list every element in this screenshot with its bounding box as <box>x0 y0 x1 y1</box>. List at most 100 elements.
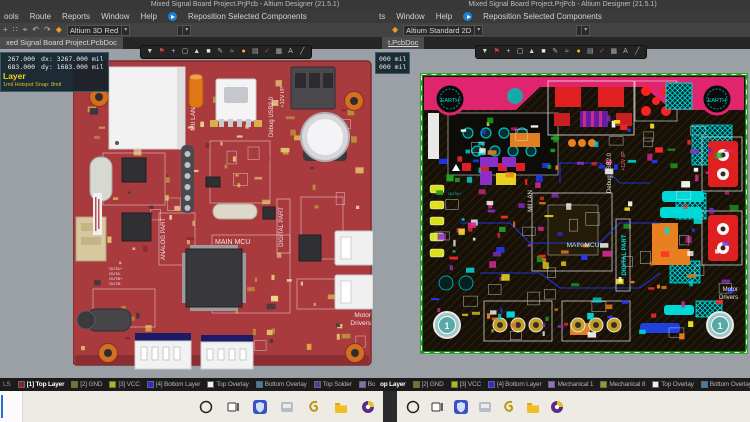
active-bar-tool-icon[interactable]: ✎ <box>550 46 560 58</box>
browser-icon[interactable] <box>549 399 565 415</box>
security-icon[interactable] <box>453 399 469 415</box>
search-icon[interactable] <box>405 399 421 415</box>
widgets-icon[interactable] <box>477 399 493 415</box>
active-bar-tool-icon[interactable]: ▤ <box>585 46 595 58</box>
file-explorer-icon[interactable] <box>525 399 541 415</box>
layer-tab-label: [3] VCC <box>459 381 482 388</box>
pcb-3d-viewport[interactable]: MII LAN Debug USB2.0 +12V I/P DIGITAL PA… <box>0 49 375 378</box>
active-bar-tool-icon[interactable]: A <box>286 46 296 58</box>
task-view-icon[interactable] <box>429 399 445 415</box>
layer-tab[interactable]: [2] GND <box>71 381 103 388</box>
grid-tool-icon[interactable]: ∷ <box>13 23 18 37</box>
active-bar-tool-icon[interactable]: ■ <box>204 46 214 58</box>
menu-reposition[interactable]: Reposition Selected Components <box>188 10 307 23</box>
layer-tab[interactable]: Bottom Solder <box>358 381 375 388</box>
active-bar-tool-icon[interactable]: A <box>621 46 631 58</box>
secondary-combo[interactable]: ▾ <box>177 24 192 36</box>
menu-route[interactable]: Route <box>30 10 51 23</box>
active-bar-tool-icon[interactable]: ▼ <box>145 46 155 58</box>
layer-tab[interactable]: [4] Bottom Layer <box>146 381 200 388</box>
chevron-down-icon[interactable]: ▾ <box>182 25 188 35</box>
layer-tab[interactable]: Top Overlay <box>207 381 249 388</box>
pcb-2d-viewport[interactable]: EARTH EARTH 1 1 MII LAN Debug USB2.0 +12… <box>375 49 750 378</box>
active-bar-tool-icon[interactable]: ▼ <box>480 46 490 58</box>
layer-tab[interactable]: Top Overlay <box>652 381 694 388</box>
taskbar-right <box>397 391 750 422</box>
active-bar-tool-icon[interactable]: ▢ <box>515 46 525 58</box>
layer-tab[interactable]: Bottom Overlay <box>700 381 750 388</box>
origin-tool-icon[interactable]: ⌖ <box>23 23 28 37</box>
active-bar-tool-icon[interactable]: ✓ <box>262 46 272 58</box>
widgets-icon[interactable] <box>279 399 295 415</box>
layer-tab[interactable]: [1] Top Layer <box>17 381 64 388</box>
chevron-down-icon[interactable]: ▾ <box>121 25 127 35</box>
file-explorer-icon[interactable] <box>333 399 349 415</box>
run-script-icon[interactable] <box>167 12 177 21</box>
menu-help[interactable]: Help <box>436 10 452 23</box>
layer-tab[interactable]: [4] Bottom Layer <box>487 381 542 388</box>
active-bar-tool-icon[interactable]: + <box>168 46 178 58</box>
view-configuration-combo[interactable]: Altium Standard 2D ▾ <box>403 24 484 36</box>
taskbar-edge-panel <box>0 391 23 422</box>
redo-icon[interactable]: ↷ <box>44 23 51 37</box>
menu-window[interactable]: Window <box>101 10 129 23</box>
active-bar-tool-icon[interactable]: ✎ <box>215 46 225 58</box>
layer-tab[interactable]: Mechanical 1 <box>548 381 594 388</box>
active-bar-tool-icon[interactable]: ● <box>574 46 584 58</box>
layer-tab[interactable]: Bottom Overlay <box>255 381 307 388</box>
active-bar-tool-icon[interactable]: ⚑ <box>157 46 167 58</box>
active-bar-tool-icon[interactable]: ✓ <box>597 46 607 58</box>
active-bar[interactable]: ▼ ⚑ + ▢ ▲ ■ ✎ ≈ ● ▤ ✓ ▦ A ╱ <box>140 45 312 59</box>
layer-tab-label: [2] GND <box>421 381 444 388</box>
active-bar-tool-icon[interactable]: ▲ <box>192 46 202 58</box>
layer-tab[interactable]: [2] GND <box>412 381 444 388</box>
secondary-combo[interactable]: ▾ <box>576 24 591 36</box>
pcb-2d-view[interactable]: EARTH EARTH 1 1 MII LAN Debug USB2.0 +12… <box>420 73 748 354</box>
active-bar-tool-icon[interactable]: ▦ <box>609 46 619 58</box>
spiral-icon[interactable] <box>501 399 517 415</box>
layer-tab[interactable]: [3] VCC <box>450 381 482 388</box>
pcb-3d-view[interactable]: MII LAN Debug USB2.0 +12V I/P DIGITAL PA… <box>73 57 373 371</box>
add-tool-icon[interactable]: + <box>3 23 8 37</box>
active-bar-tool-icon[interactable]: ● <box>239 46 249 58</box>
search-icon[interactable] <box>198 399 214 415</box>
chevron-down-icon[interactable]: ▾ <box>474 25 480 35</box>
active-bar[interactable]: ▼ ⚑ + ▢ ▲ ■ ✎ ≈ ● ▤ ✓ ▦ A ╱ <box>475 45 647 59</box>
active-bar-tool-icon[interactable]: ⚑ <box>492 46 502 58</box>
layer-tab[interactable]: Top Solder <box>313 381 352 388</box>
active-bar-tool-icon[interactable]: ▦ <box>274 46 284 58</box>
layer-tab[interactable]: Mechanical 8 <box>600 381 645 388</box>
document-tab[interactable]: xed Signal Board Project.PcbDoc <box>0 37 123 49</box>
menu-reports[interactable]: ts <box>379 10 385 23</box>
run-script-icon[interactable] <box>463 12 473 21</box>
spiral-icon[interactable] <box>306 399 322 415</box>
active-bar-tool-icon[interactable]: ▤ <box>250 46 260 58</box>
document-tab[interactable]: t.PcbDoc <box>382 37 425 49</box>
layer-tab-label: [4] Bottom Layer <box>496 381 542 388</box>
active-bar-tool-icon[interactable]: ■ <box>539 46 549 58</box>
layer-sets-label[interactable]: LS <box>3 381 11 388</box>
active-bar-tool-icon[interactable]: ╱ <box>297 46 307 58</box>
active-bar-tool-icon[interactable]: ▢ <box>180 46 190 58</box>
layer-tab[interactable]: op Layer <box>378 381 406 388</box>
undo-icon[interactable]: ↶ <box>32 23 39 37</box>
menu-window[interactable]: Window <box>396 10 424 23</box>
svg-text:MII LAN: MII LAN <box>528 190 534 212</box>
chevron-down-icon[interactable]: ▾ <box>581 25 587 35</box>
menu-reposition[interactable]: Reposition Selected Components <box>483 10 602 23</box>
menu-tools[interactable]: ools <box>4 10 19 23</box>
menu-reports[interactable]: Reports <box>62 10 90 23</box>
active-bar-tool-icon[interactable]: ╱ <box>632 46 642 58</box>
active-bar-tool-icon[interactable]: ≈ <box>227 46 237 58</box>
security-icon[interactable] <box>252 399 268 415</box>
capacitor-cylinder <box>300 112 350 162</box>
active-bar-tool-icon[interactable]: ≈ <box>562 46 572 58</box>
task-view-icon[interactable] <box>225 399 241 415</box>
active-bar-tool-icon[interactable]: ▲ <box>527 46 537 58</box>
layer-tab[interactable]: [3] VCC <box>109 381 140 388</box>
active-bar-tool-icon[interactable]: + <box>503 46 513 58</box>
menu-help[interactable]: Help <box>141 10 157 23</box>
audio-jack <box>76 308 132 332</box>
view-configuration-combo[interactable]: Altium 3D Red ▾ <box>66 24 131 36</box>
browser-icon[interactable] <box>360 399 376 415</box>
